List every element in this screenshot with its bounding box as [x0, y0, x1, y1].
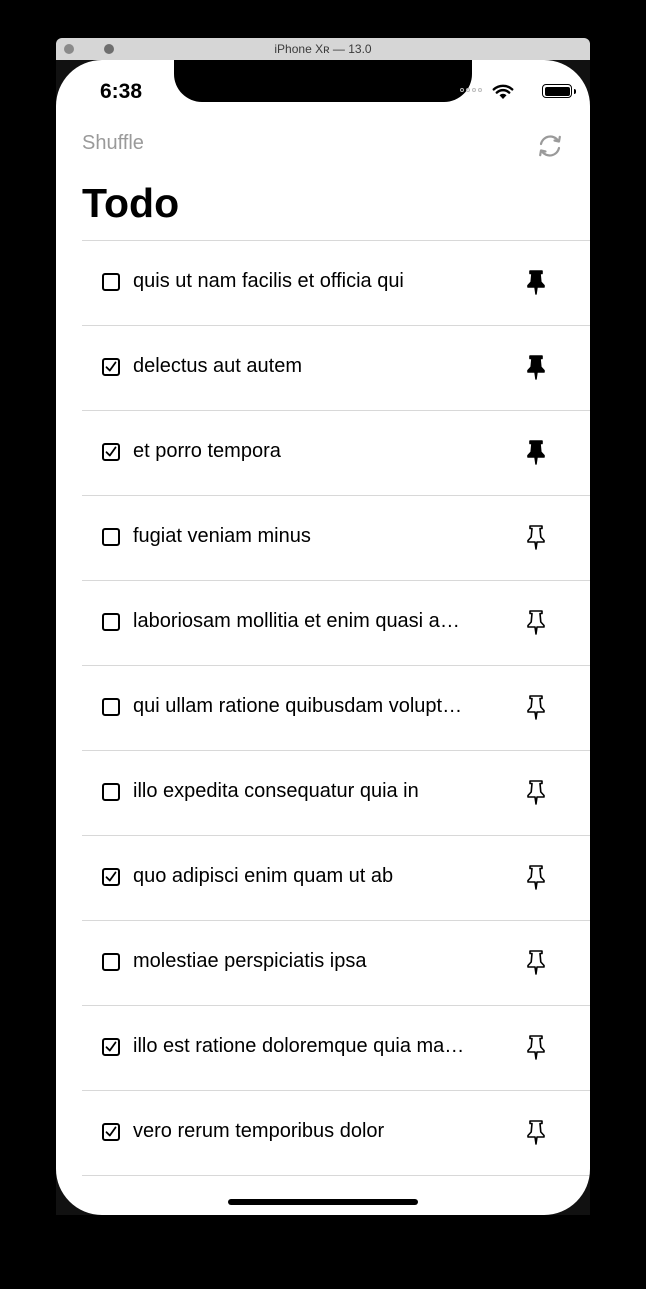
refresh-icon: [539, 135, 561, 157]
todo-row[interactable]: vero rerum temporibus dolor: [82, 1091, 590, 1176]
todo-row[interactable]: qui ullam ratione quibusdam voluptat…: [82, 666, 590, 751]
todo-text: illo est ratione doloremque quia maio…: [133, 1035, 468, 1057]
pin-filled-icon[interactable]: [524, 269, 548, 295]
todo-checkbox[interactable]: [102, 613, 120, 631]
pin-filled-icon[interactable]: [524, 439, 548, 465]
todo-checkbox[interactable]: [102, 953, 120, 971]
todo-checkbox[interactable]: [102, 528, 120, 546]
pin-outline-icon[interactable]: [524, 1034, 548, 1060]
pin-filled-icon[interactable]: [524, 354, 548, 380]
todo-list: quis ut nam facilis et officia qui delec…: [82, 240, 590, 1176]
todo-row[interactable]: laboriosam mollitia et enim quasi adi…: [82, 581, 590, 666]
simulator-title: iPhone Xʀ — 13.0: [274, 42, 372, 56]
battery-icon: [542, 84, 576, 98]
checkmark-icon: [105, 871, 117, 882]
notch: [174, 60, 472, 102]
checkmark-icon: [105, 361, 117, 372]
todo-row[interactable]: illo est ratione doloremque quia maio…: [82, 1006, 590, 1091]
pin-outline-icon[interactable]: [524, 694, 548, 720]
pin-outline-icon[interactable]: [524, 864, 548, 890]
checkmark-icon: [105, 1041, 117, 1052]
todo-checkbox[interactable]: [102, 1038, 120, 1056]
pin-outline-icon[interactable]: [524, 1119, 548, 1145]
todo-text: et porro tempora: [133, 440, 281, 462]
checkmark-icon: [105, 446, 117, 457]
refresh-button[interactable]: [536, 132, 564, 160]
todo-checkbox[interactable]: [102, 358, 120, 376]
wifi-icon: [492, 84, 514, 99]
todo-row[interactable]: et porro tempora: [82, 411, 590, 496]
todo-text: laboriosam mollitia et enim quasi adi…: [133, 610, 468, 632]
checkmark-icon: [105, 1126, 117, 1137]
todo-text: illo expedita consequatur quia in: [133, 780, 419, 802]
status-time: 6:38: [100, 80, 143, 103]
pin-outline-icon[interactable]: [524, 609, 548, 635]
pin-outline-icon[interactable]: [524, 949, 548, 975]
todo-row[interactable]: fugiat veniam minus: [82, 496, 590, 581]
todo-row[interactable]: quo adipisci enim quam ut ab: [82, 836, 590, 921]
pin-outline-icon[interactable]: [524, 524, 548, 550]
simulator-titlebar: iPhone Xʀ — 13.0: [56, 38, 590, 61]
todo-checkbox[interactable]: [102, 443, 120, 461]
todo-text: delectus aut autem: [133, 355, 302, 377]
todo-row[interactable]: quis ut nam facilis et officia qui: [82, 241, 590, 326]
shuffle-button[interactable]: Shuffle: [82, 132, 144, 155]
page-title: Todo: [82, 180, 180, 226]
todo-text: quo adipisci enim quam ut ab: [133, 865, 394, 887]
simulator-body: 6:38 Shuffle Todo quis ut nam facilis et…: [56, 60, 590, 1215]
phone-screen: 6:38 Shuffle Todo quis ut nam facilis et…: [56, 60, 590, 1215]
todo-text: vero rerum temporibus dolor: [133, 1120, 385, 1142]
todo-row[interactable]: delectus aut autem: [82, 326, 590, 411]
todo-text: qui ullam ratione quibusdam voluptat…: [133, 695, 468, 717]
home-indicator[interactable]: [228, 1199, 418, 1205]
todo-text: quis ut nam facilis et officia qui: [133, 270, 404, 292]
status-indicators: [442, 84, 576, 100]
todo-checkbox[interactable]: [102, 273, 120, 291]
todo-checkbox[interactable]: [102, 783, 120, 801]
todo-row[interactable]: molestiae perspiciatis ipsa: [82, 921, 590, 1006]
pin-outline-icon[interactable]: [524, 779, 548, 805]
todo-checkbox[interactable]: [102, 1123, 120, 1141]
todo-checkbox[interactable]: [102, 698, 120, 716]
todo-text: molestiae perspiciatis ipsa: [133, 950, 367, 972]
todo-checkbox[interactable]: [102, 868, 120, 886]
todo-row[interactable]: illo expedita consequatur quia in: [82, 751, 590, 836]
cellular-signal-icon: [460, 88, 482, 94]
todo-text: fugiat veniam minus: [133, 525, 311, 547]
